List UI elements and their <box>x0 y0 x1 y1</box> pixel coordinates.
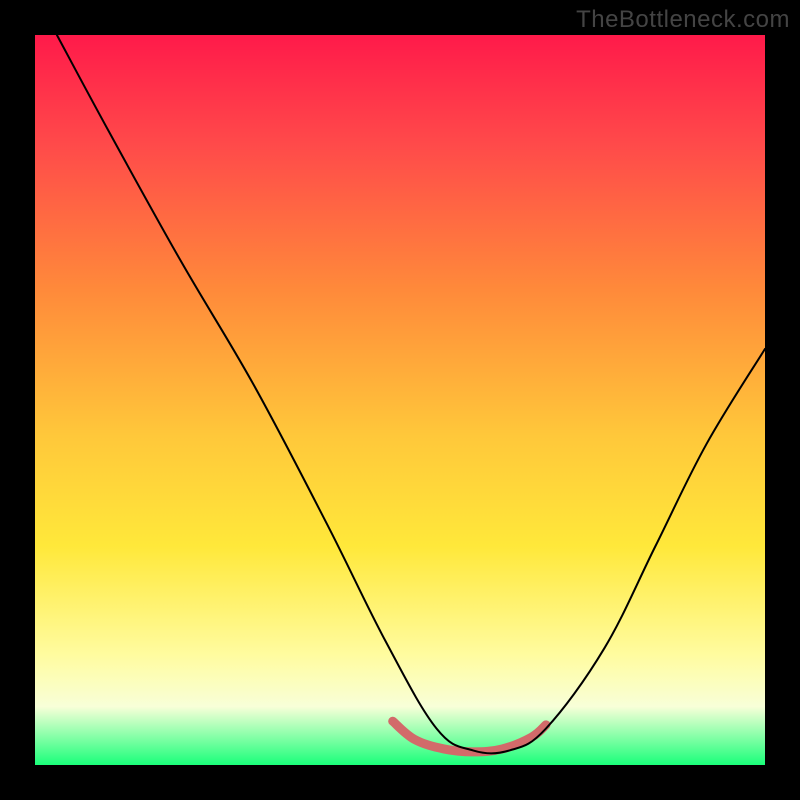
main-curve-line <box>57 35 765 753</box>
chart-frame: TheBottleneck.com <box>0 0 800 800</box>
plot-area <box>35 35 765 765</box>
watermark-text: TheBottleneck.com <box>576 6 790 34</box>
chart-svg <box>35 35 765 765</box>
